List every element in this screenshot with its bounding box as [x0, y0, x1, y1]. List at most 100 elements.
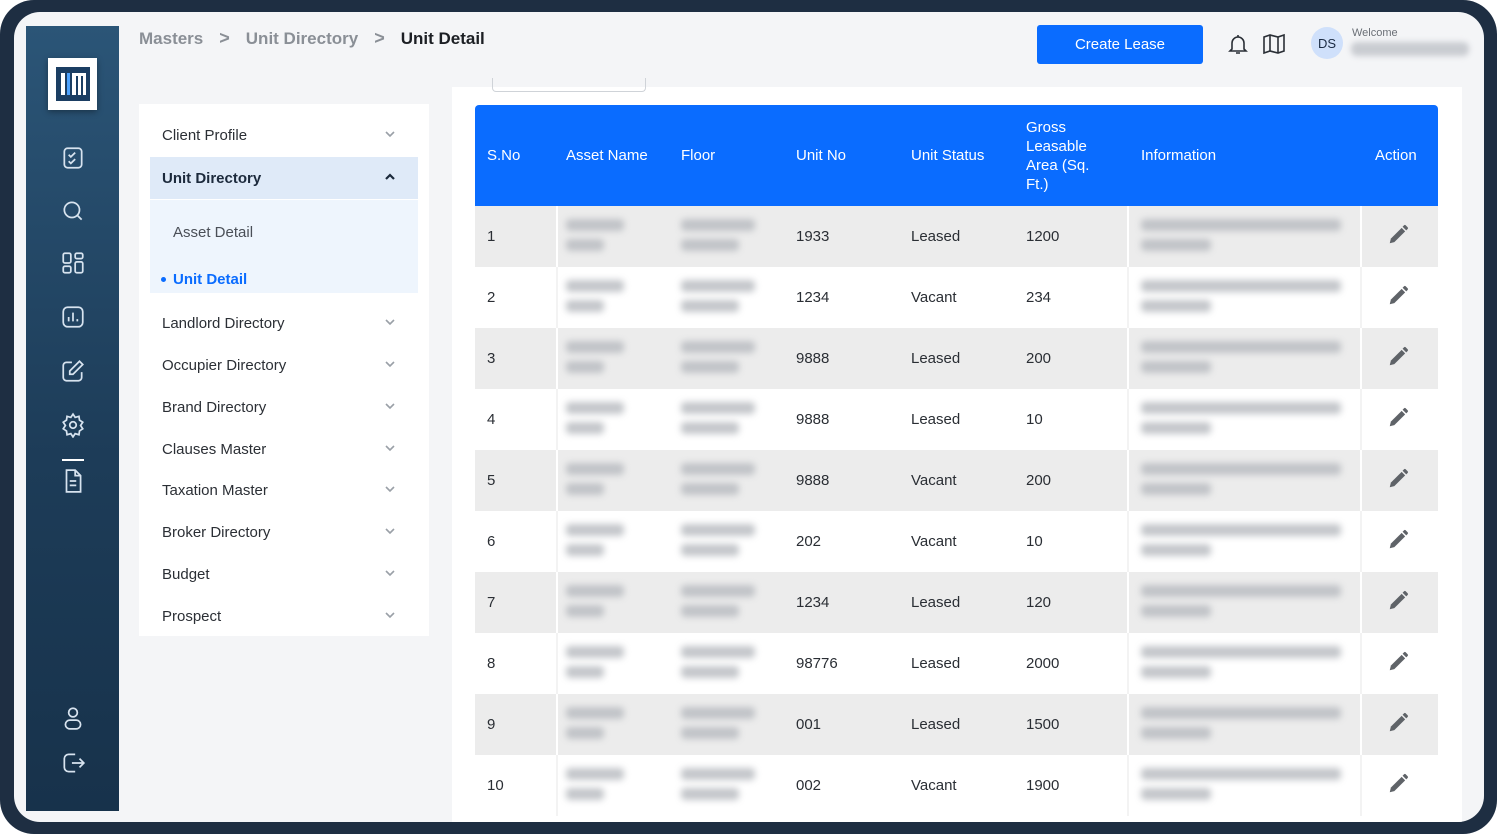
welcome-label: Welcome — [1352, 27, 1398, 39]
cell-unit-no: 9888 — [796, 350, 830, 367]
col-header-unit-status[interactable]: Unit Status — [911, 105, 984, 206]
logout-icon[interactable] — [59, 749, 87, 777]
chevron-down-icon — [384, 357, 396, 369]
col-header-floor[interactable]: Floor — [681, 105, 715, 206]
edit-row-button[interactable] — [1387, 633, 1409, 694]
chevron-down-icon — [384, 399, 396, 411]
col-header-unit-no[interactable]: Unit No — [796, 105, 846, 206]
edit-row-button[interactable] — [1387, 450, 1409, 511]
column-divider — [1127, 450, 1129, 511]
menu-item-budget[interactable]: Budget — [139, 553, 429, 595]
gear-icon[interactable] — [59, 411, 87, 439]
column-divider — [556, 633, 558, 694]
menu-item-label: Occupier Directory — [162, 356, 287, 374]
filter-field[interactable] — [492, 78, 646, 92]
cell-information-redacted — [1141, 402, 1341, 414]
menu-item-broker-directory[interactable]: Broker Directory — [139, 511, 429, 553]
cell-asset-name-redacted — [566, 463, 624, 475]
chevron-down-icon — [384, 127, 396, 139]
cell-asset-name-redacted — [566, 666, 604, 678]
cell-sno: 6 — [487, 533, 496, 550]
submenu-asset-detail[interactable]: Asset Detail — [173, 224, 253, 241]
menu-item-clauses-master[interactable]: Clauses Master — [139, 428, 429, 470]
column-divider — [1127, 572, 1129, 633]
pencil-icon — [1387, 224, 1409, 250]
column-divider — [1127, 694, 1129, 755]
cell-asset-name-redacted — [566, 300, 604, 312]
book-icon[interactable] — [1262, 32, 1286, 56]
pencil-icon — [1387, 529, 1409, 555]
app-logo[interactable] — [48, 58, 97, 110]
column-divider — [1360, 450, 1362, 511]
cell-floor-redacted — [681, 666, 739, 678]
edit-row-button[interactable] — [1387, 389, 1409, 450]
edit-row-button[interactable] — [1387, 328, 1409, 389]
menu-item-occupier-directory[interactable]: Occupier Directory — [139, 344, 429, 386]
column-divider — [1127, 755, 1129, 816]
create-lease-button[interactable]: Create Lease — [1037, 25, 1203, 64]
breadcrumb-unit-directory[interactable]: Unit Directory — [246, 29, 358, 49]
cell-floor-redacted — [681, 585, 755, 597]
cell-unit-no: 001 — [796, 716, 822, 733]
logo-mark-icon — [55, 67, 90, 101]
cell-sno: 4 — [487, 411, 496, 428]
search-icon[interactable] — [59, 197, 87, 225]
grid-icon[interactable] — [59, 249, 87, 277]
cell-unit-no: 202 — [796, 533, 822, 550]
menu-item-landlord-directory[interactable]: Landlord Directory — [139, 302, 429, 344]
document-icon[interactable] — [59, 467, 87, 495]
chevron-down-icon — [384, 482, 396, 494]
column-divider — [1127, 206, 1129, 267]
pencil-icon — [1387, 773, 1409, 799]
cell-gross-area: 234 — [1026, 289, 1052, 306]
column-divider — [1360, 633, 1362, 694]
col-header-asset-name[interactable]: Asset Name — [566, 105, 648, 206]
menu-item-client-profile[interactable]: Client Profile — [139, 114, 429, 156]
menu-item-unit-directory[interactable]: Unit Directory — [150, 157, 418, 199]
column-divider — [1360, 328, 1362, 389]
checklist-icon[interactable] — [59, 144, 87, 172]
breadcrumb-separator: > — [219, 28, 230, 48]
bell-icon[interactable] — [1226, 32, 1250, 56]
submenu-unit-detail[interactable]: Unit Detail — [161, 271, 247, 288]
edit-row-button[interactable] — [1387, 511, 1409, 572]
pencil-icon — [1387, 712, 1409, 738]
cell-unit-status: Leased — [911, 655, 961, 672]
edit-icon[interactable] — [59, 357, 87, 385]
unit-table: S.No Asset Name Floor Unit No Unit Statu… — [475, 105, 1438, 816]
cell-floor-redacted — [681, 361, 739, 373]
nav-rail — [26, 26, 119, 811]
cell-information-redacted — [1141, 544, 1211, 556]
avatar[interactable]: DS — [1311, 27, 1343, 59]
column-divider — [1127, 328, 1129, 389]
chevron-down-icon — [384, 315, 396, 327]
bar-chart-icon[interactable] — [59, 303, 87, 331]
pencil-icon — [1387, 346, 1409, 372]
cell-sno: 8 — [487, 655, 496, 672]
col-header-information[interactable]: Information — [1141, 105, 1216, 206]
cell-floor-redacted — [681, 300, 739, 312]
breadcrumb: Masters > Unit Directory > Unit Detail — [139, 28, 485, 49]
table-row: 2 1234 Vacant 234 — [475, 267, 1438, 328]
edit-row-button[interactable] — [1387, 572, 1409, 633]
col-header-sno[interactable]: S.No — [487, 105, 520, 206]
cell-unit-no: 1933 — [796, 228, 830, 245]
menu-item-taxation-master[interactable]: Taxation Master — [139, 469, 429, 511]
breadcrumb-masters[interactable]: Masters — [139, 29, 203, 49]
cell-asset-name-redacted — [566, 605, 604, 617]
edit-row-button[interactable] — [1387, 267, 1409, 328]
masters-menu: Client Profile Unit Directory Asset Deta… — [139, 104, 429, 636]
edit-row-button[interactable] — [1387, 755, 1409, 816]
column-divider — [1360, 389, 1362, 450]
edit-row-button[interactable] — [1387, 694, 1409, 755]
cell-information-redacted — [1141, 341, 1341, 353]
menu-item-brand-directory[interactable]: Brand Directory — [139, 386, 429, 428]
edit-row-button[interactable] — [1387, 206, 1409, 267]
cell-asset-name-redacted — [566, 707, 624, 719]
cell-floor-redacted — [681, 463, 755, 475]
cell-sno: 10 — [487, 777, 504, 794]
cell-floor-redacted — [681, 280, 755, 292]
col-header-gross-area[interactable]: Gross Leasable Area (Sq. Ft.) — [1026, 105, 1116, 206]
user-icon[interactable] — [59, 704, 87, 732]
menu-item-prospect[interactable]: Prospect — [139, 595, 429, 637]
